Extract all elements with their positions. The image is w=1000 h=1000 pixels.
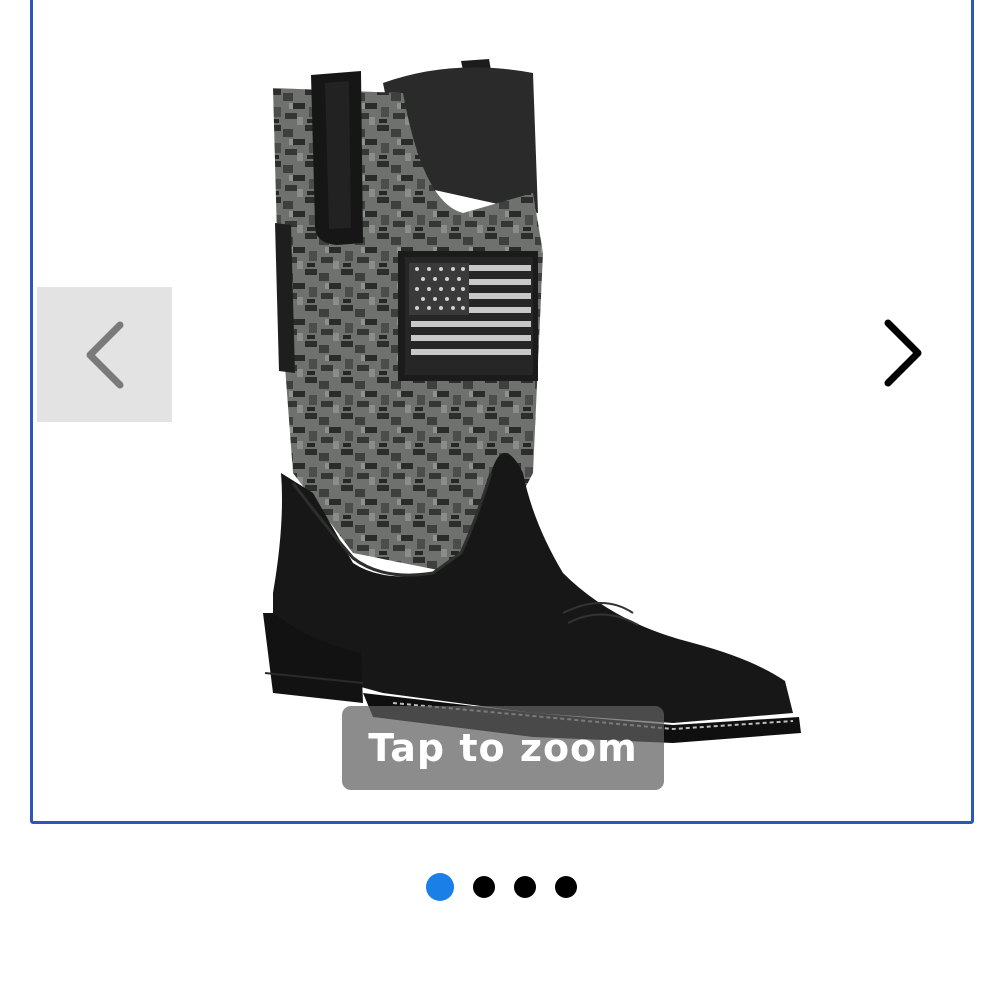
pagination-dot-1[interactable] — [426, 873, 454, 901]
pagination-dot-2[interactable] — [473, 876, 495, 898]
chevron-right-icon — [884, 319, 922, 387]
pagination-dot-3[interactable] — [514, 876, 536, 898]
chevron-left-icon — [86, 321, 123, 388]
next-image-button[interactable] — [863, 303, 943, 403]
tap-to-zoom-label[interactable]: Tap to zoom — [342, 706, 664, 790]
product-image-gallery[interactable]: Tap to zoom — [30, 0, 974, 824]
pagination-dots — [0, 873, 1000, 903]
previous-image-button[interactable] — [37, 287, 172, 422]
pagination-dot-4[interactable] — [555, 876, 577, 898]
product-image[interactable] — [233, 53, 813, 773]
